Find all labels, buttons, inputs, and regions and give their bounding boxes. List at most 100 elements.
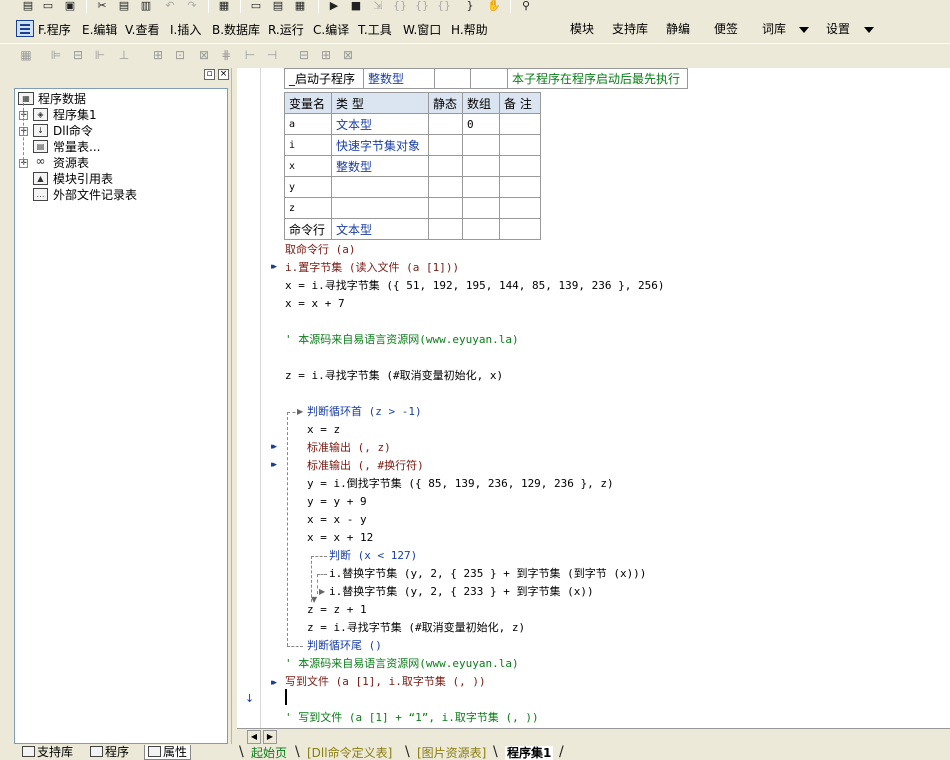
subroutine-return-type[interactable]: 整数型: [363, 68, 435, 89]
breakpoint-icon[interactable]: ▸▸: [271, 678, 277, 688]
layout-3-icon[interactable]: ▦: [292, 0, 308, 12]
v-space-icon[interactable]: ⊣: [264, 47, 280, 63]
code-line[interactable]: 标准输出 (, z): [307, 441, 391, 455]
code-line[interactable]: z = z + 1: [307, 603, 367, 617]
code-line[interactable]: x = i.寻找字节集 ({ 51, 192, 195, 144, 85, 13…: [285, 279, 665, 293]
layout-1-icon[interactable]: ▭: [248, 0, 264, 12]
code-line[interactable]: x = x - y: [307, 513, 367, 527]
subroutine-extra[interactable]: [470, 68, 508, 89]
code-line[interactable]: x = x + 12: [307, 531, 373, 545]
menu-notes[interactable]: 便签: [714, 21, 738, 37]
tab-support-lib[interactable]: 支持库: [22, 745, 73, 760]
save-icon[interactable]: ▣: [62, 0, 78, 12]
pin-icon[interactable]: ▫: [204, 69, 215, 80]
menu-support-lib[interactable]: 支持库: [612, 21, 648, 37]
new-doc-icon[interactable]: ▤: [20, 0, 36, 12]
menu-view[interactable]: V.查看: [125, 22, 159, 38]
table-row[interactable]: a 文本型 0: [284, 113, 541, 135]
scroll-left-icon[interactable]: ◀: [247, 730, 261, 744]
subroutine-note[interactable]: 本子程序在程序启动后最先执行: [507, 68, 688, 89]
code-line[interactable]: 取命令行 (a): [285, 243, 356, 257]
align-center-icon[interactable]: ⊟: [70, 47, 86, 63]
comment-line[interactable]: ' 写到文件 (a [1] + “1”, i.取字节集 (, )): [285, 711, 539, 725]
code-line[interactable]: x = z: [307, 423, 340, 437]
breakpoint-icon[interactable]: ▸▸: [271, 262, 277, 272]
paste-icon[interactable]: ▥: [138, 0, 154, 12]
copy-icon[interactable]: ▤: [116, 0, 132, 12]
fit-width-icon[interactable]: ⊟: [296, 47, 312, 63]
close-icon[interactable]: ×: [218, 69, 229, 80]
breakpoint-icon[interactable]: ▸▸: [271, 442, 277, 452]
tab-start-page[interactable]: 起始页: [251, 746, 287, 760]
code-line[interactable]: y = i.倒找字节集 ({ 85, 139, 236, 129, 236 },…: [307, 477, 614, 491]
menu-settings[interactable]: 设置: [826, 21, 850, 37]
same-height-icon[interactable]: ⋕: [218, 47, 234, 63]
step-into-icon[interactable]: {}: [392, 0, 408, 12]
menu-compile[interactable]: C.编译: [313, 22, 349, 38]
code-line[interactable]: z = i.寻找字节集 (#取消变量初始化, x): [285, 369, 503, 383]
code-line[interactable]: y = y + 9: [307, 495, 367, 509]
menu-edit[interactable]: E.编辑: [82, 22, 117, 38]
align-left-icon[interactable]: ⊫: [48, 47, 64, 63]
fit-height-icon[interactable]: ⊞: [318, 47, 334, 63]
cut-icon[interactable]: ✂: [94, 0, 110, 12]
open-folder-icon[interactable]: ▭: [40, 0, 56, 12]
step-icon[interactable]: ⇲: [370, 0, 386, 12]
menu-insert[interactable]: I.插入: [170, 22, 201, 38]
code-line[interactable]: i.替换字节集 (y, 2, { 235 } + 到字节集 (到字节 (x))): [329, 567, 646, 581]
code-line[interactable]: 写到文件 (a [1], i.取字节集 (, )): [285, 675, 486, 689]
code-line[interactable]: z = i.寻找字节集 (#取消变量初始化, z): [307, 621, 525, 635]
undo-icon[interactable]: ↶: [162, 0, 178, 12]
if-line[interactable]: 判断 (x < 127): [329, 549, 417, 563]
editor-gutter[interactable]: [237, 68, 261, 728]
menu-program[interactable]: F.程序: [38, 22, 71, 38]
h-space-icon[interactable]: ⊢: [242, 47, 258, 63]
scroll-right-icon[interactable]: ▶: [263, 730, 277, 744]
find-icon[interactable]: ⚲: [518, 0, 534, 12]
align-grid-icon[interactable]: ▦: [18, 47, 34, 63]
table-row[interactable]: z: [284, 197, 541, 219]
menu-window[interactable]: W.窗口: [403, 22, 441, 38]
code-line[interactable]: 标准输出 (, #换行符): [307, 459, 424, 473]
menu-run[interactable]: R.运行: [268, 22, 304, 38]
table-row[interactable]: x 整数型: [284, 155, 541, 177]
loop-end-line[interactable]: 判断循环尾 (): [307, 639, 382, 653]
bracket-icon[interactable]: }: [462, 0, 478, 12]
code-line[interactable]: i.置字节集 (读入文件 (a [1])): [285, 261, 459, 275]
tab-program[interactable]: 程序: [90, 745, 129, 760]
subroutine-name[interactable]: _启动子程序: [284, 68, 364, 89]
redo-icon[interactable]: ↷: [184, 0, 200, 12]
comment-line[interactable]: ' 本源码来自易语言资源网(www.eyuyan.la): [285, 657, 519, 671]
menu-module[interactable]: 模块: [570, 21, 594, 37]
tab-properties[interactable]: 属性: [144, 745, 192, 760]
code-editor[interactable]: _启动子程序 整数型 本子程序在程序启动后最先执行 变量名 类 型 静态 数组 …: [237, 68, 950, 728]
chevron-down-icon[interactable]: [799, 27, 809, 33]
align-bottom-icon[interactable]: ⊥: [116, 47, 132, 63]
fit-both-icon[interactable]: ⊠: [340, 47, 356, 63]
h-center-icon[interactable]: ⊞: [150, 47, 166, 63]
step-over-icon[interactable]: {}: [436, 0, 452, 12]
v-center-icon[interactable]: ⊡: [172, 47, 188, 63]
menu-help[interactable]: H.帮助: [451, 22, 488, 38]
menu-static-compile[interactable]: 静编: [666, 21, 690, 37]
comment-line[interactable]: ' 本源码来自易语言资源网(www.eyuyan.la): [285, 333, 519, 347]
hand-icon[interactable]: ✋: [486, 0, 502, 12]
layout-2-icon[interactable]: ▤: [270, 0, 286, 12]
menu-database[interactable]: B.数据库: [212, 22, 260, 38]
code-line[interactable]: i.替换字节集 (y, 2, { 233 } + 到字节集 (x)): [329, 585, 594, 599]
code-line[interactable]: x = x + 7: [285, 297, 345, 311]
align-right-icon[interactable]: ⊩: [92, 47, 108, 63]
tab-dll-definitions[interactable]: [Dll命令定义表]: [307, 746, 392, 760]
subroutine-public[interactable]: [434, 68, 471, 89]
stop-icon[interactable]: ■: [348, 0, 364, 12]
table-row[interactable]: y: [284, 176, 541, 198]
tab-program-set-1[interactable]: 程序集1: [505, 746, 554, 760]
table-row[interactable]: i 快速字节集对象: [284, 134, 541, 156]
breakpoint-icon[interactable]: ▸▸: [271, 460, 277, 470]
table-row[interactable]: 命令行 文本型: [284, 218, 541, 240]
chevron-down-icon[interactable]: [864, 27, 874, 33]
print-preview-icon[interactable]: ▦: [216, 0, 232, 12]
menu-tools[interactable]: T.工具: [358, 22, 392, 38]
loop-start-line[interactable]: 判断循环首 (z > -1): [307, 405, 422, 419]
run-icon[interactable]: ▶: [326, 0, 342, 12]
